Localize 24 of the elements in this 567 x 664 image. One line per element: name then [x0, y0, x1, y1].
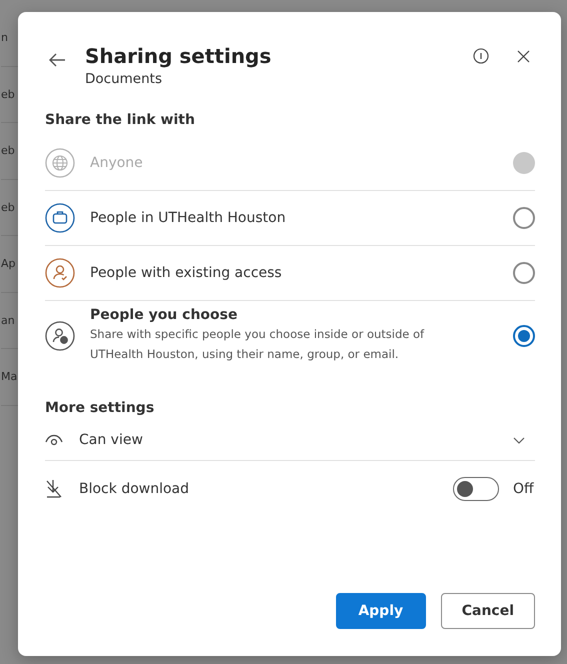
dialog-subtitle: Documents [85, 70, 163, 88]
globe-icon [45, 148, 75, 178]
toggle-state-text: Off [513, 481, 535, 497]
radio-button[interactable] [513, 207, 535, 229]
section-heading: Share the link with [45, 112, 196, 128]
option-label[interactable]: People with existing access [90, 265, 513, 281]
chevron-down-icon [513, 436, 525, 444]
toggle-switch[interactable] [453, 477, 499, 501]
setting-label: Block download [79, 481, 190, 497]
option-label[interactable]: People you choose [90, 307, 513, 323]
section-heading: More settings [45, 400, 156, 416]
apply-button[interactable]: Apply [336, 593, 426, 629]
radio-button[interactable] [513, 262, 535, 284]
radio-button[interactable] [513, 324, 535, 346]
dialog-title: Sharing settings [85, 43, 272, 70]
person-icon [45, 258, 75, 288]
briefcase-icon [45, 203, 75, 233]
option-label[interactable]: People in UTHealth Houston [90, 210, 513, 226]
no-download-icon [45, 479, 63, 499]
permission-dropdown[interactable]: Can view [45, 432, 535, 448]
option-description: Share with specific people you choose inside or outside of UTHealth Houston, using their name, group, or email. [90, 326, 426, 363]
eye-icon [45, 434, 63, 446]
cancel-button[interactable]: Cancel [440, 593, 535, 629]
person-add-icon [45, 320, 75, 350]
